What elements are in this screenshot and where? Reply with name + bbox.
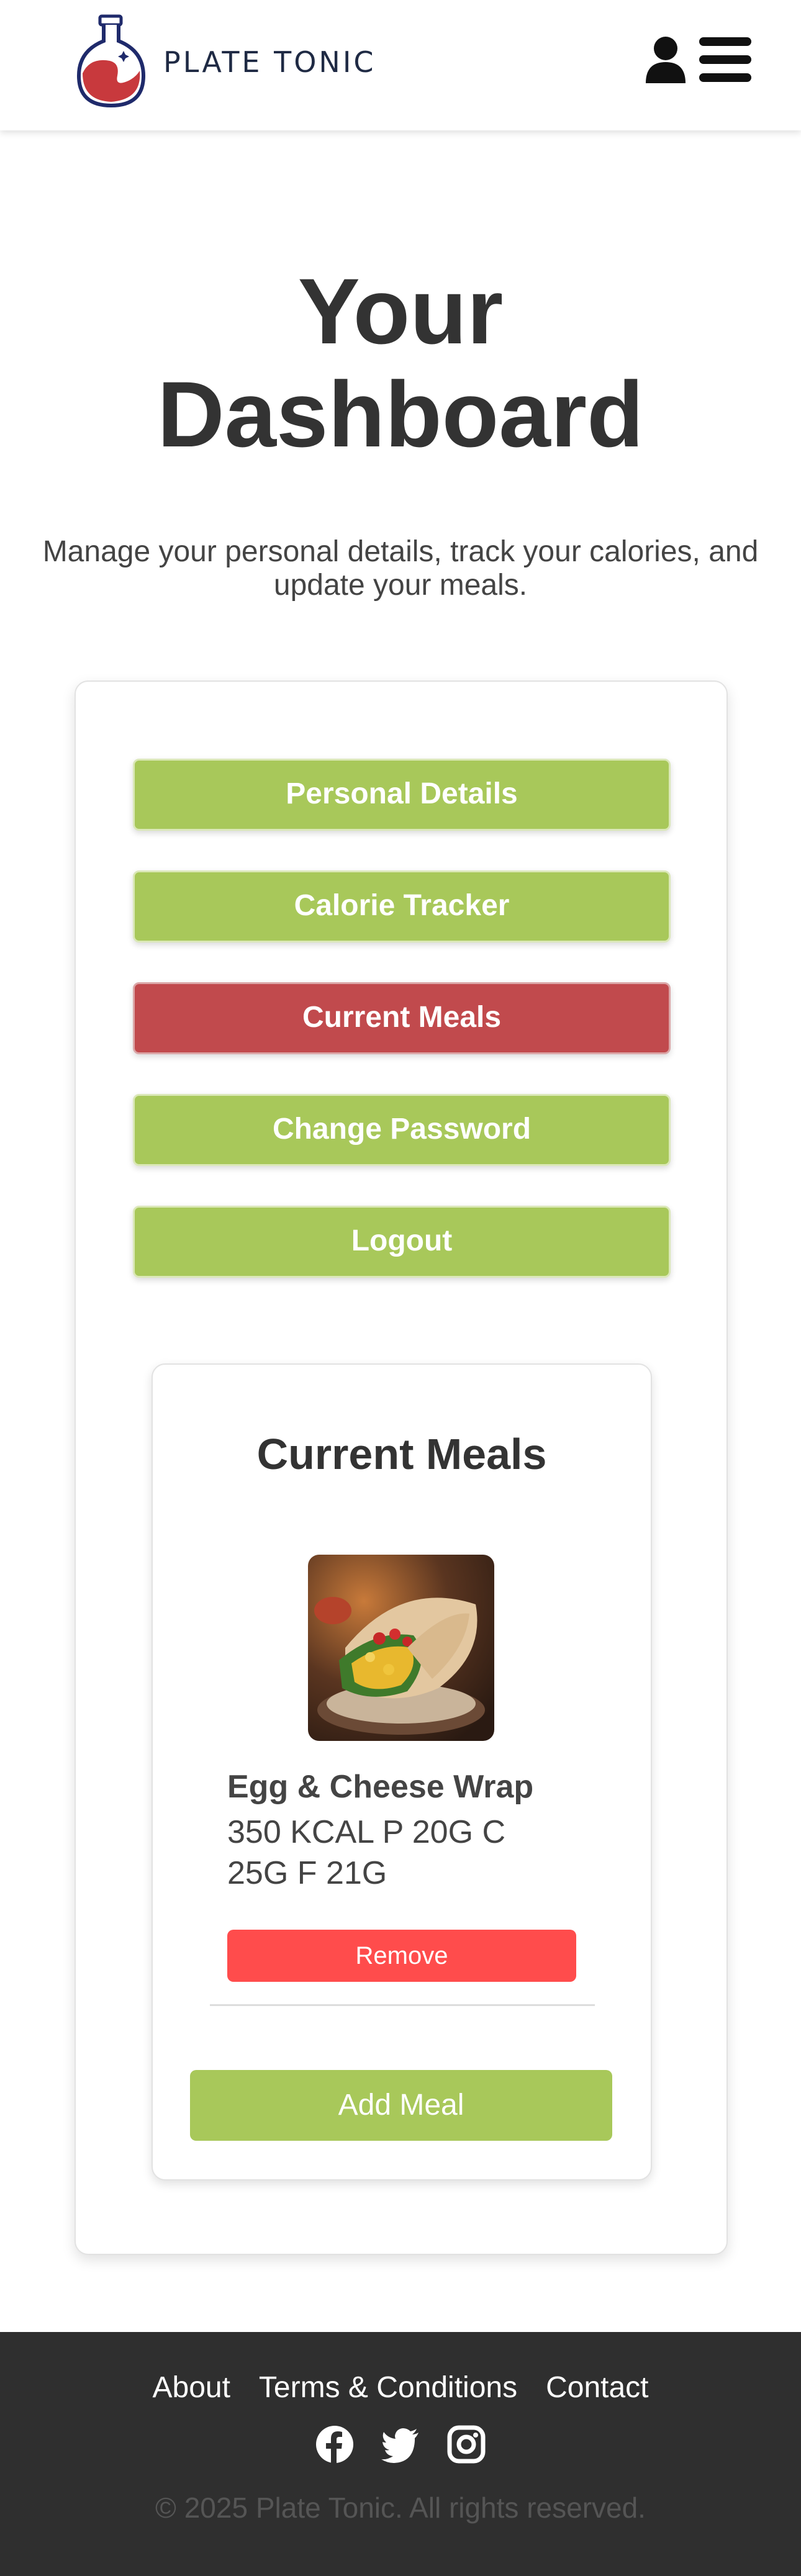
hamburger-menu-icon[interactable] [698,36,753,86]
calorie-tracker-button[interactable]: Calorie Tracker [133,870,671,942]
subtitle-line2: update your meals. [273,569,528,602]
page-title: Your Dashboard [0,260,801,466]
flask-logo-icon [76,14,146,108]
header-actions [645,36,753,86]
logo[interactable]: PLATE TONIC [71,14,376,111]
twitter-icon[interactable] [381,2425,420,2464]
remove-meal-button[interactable]: Remove [227,1930,576,1982]
page-subtitle: Manage your personal details, track your… [31,535,770,602]
dashboard-card: Personal Details Calorie Tracker Current… [75,680,728,2255]
footer-link-contact[interactable]: Contact [546,2370,648,2405]
footer-link-about[interactable]: About [152,2370,230,2405]
page-title-line2: Dashboard [157,362,644,466]
meal-macros: 350 KCAL P 20G C 25G F 21G [227,1812,575,1894]
logo-text: PLATE TONIC [163,45,376,79]
social-links [0,2425,801,2464]
footer-links: About Terms & Conditions Contact [0,2370,801,2405]
change-password-button[interactable]: Change Password [133,1094,671,1166]
meal-macros-line1: 350 KCAL P 20G C [227,1814,506,1850]
current-meals-button[interactable]: Current Meals [133,982,671,1054]
add-meal-button[interactable]: Add Meal [190,2070,612,2141]
logout-button[interactable]: Logout [133,1206,671,1278]
personal-details-button[interactable]: Personal Details [133,759,671,831]
site-footer: About Terms & Conditions Contact © 2025 … [0,2332,801,2576]
meal-name: Egg & Cheese Wrap [227,1769,534,1805]
footer-link-terms[interactable]: Terms & Conditions [259,2370,517,2405]
page-title-line1: Your [297,259,504,363]
meal-macros-line2: 25G F 21G [227,1855,387,1891]
meal-divider [210,2004,595,2006]
current-meals-heading: Current Meals [256,1430,547,1478]
subtitle-line1: Manage your personal details, track your… [42,535,759,568]
site-header: PLATE TONIC [0,0,801,130]
meal-image [308,1555,494,1741]
copyright: © 2025 Plate Tonic. All rights reserved. [155,2492,646,2524]
user-icon[interactable] [645,36,687,86]
facebook-icon[interactable] [315,2425,354,2464]
instagram-icon[interactable] [447,2425,486,2464]
current-meals-panel: Current Meals Egg & Cheese Wrap 350 KCAL… [152,1363,652,2181]
